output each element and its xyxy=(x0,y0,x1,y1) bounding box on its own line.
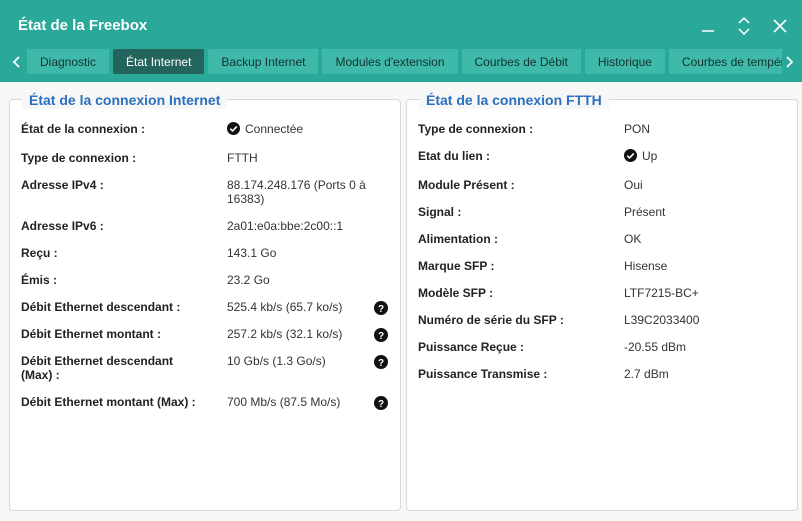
row-value: 2.7 dBm xyxy=(624,367,669,381)
tab-backup-internet[interactable]: Backup Internet xyxy=(208,49,319,74)
row-value: Oui xyxy=(624,178,643,192)
row-value: 143.1 Go xyxy=(227,246,277,260)
row-value: 525.4 kb/s (65.7 ko/s) xyxy=(227,300,343,314)
row-label: Module Présent : xyxy=(418,178,515,192)
help-icon[interactable]: ? xyxy=(374,301,388,315)
row-value: 700 Mb/s (87.5 Mo/s) xyxy=(227,395,341,409)
row-value: 10 Gb/s (1.3 Go/s) xyxy=(227,354,326,368)
help-icon[interactable]: ? xyxy=(374,328,388,342)
row-label: Marque SFP : xyxy=(418,259,495,273)
tab-historique[interactable]: Historique xyxy=(584,49,665,74)
row-label: Puissance Transmise : xyxy=(418,367,548,381)
tab-etat-internet[interactable]: État Internet xyxy=(113,49,205,74)
window-title: État de la Freebox xyxy=(18,17,148,34)
tab-bar: Diagnostic État Internet Backup Internet… xyxy=(0,49,802,74)
freebox-status-window: État de la Freebox Diagnostic État Inter… xyxy=(0,0,802,521)
window-controls xyxy=(692,12,796,40)
panel-title: État de la connexion Internet xyxy=(22,91,228,109)
row-value: Up xyxy=(624,149,774,163)
row-value: 88.174.248.176 (Ports 0 à 16383) xyxy=(227,178,366,206)
tabs-scroll-right-button[interactable] xyxy=(780,49,800,74)
minimize-button[interactable] xyxy=(692,12,724,40)
tab-courbes-debit[interactable]: Courbes de Débit xyxy=(461,49,581,74)
row-label: Reçu : xyxy=(21,246,58,260)
maximize-button[interactable] xyxy=(728,12,760,40)
row-label: État de la connexion : xyxy=(21,122,146,136)
row-value: L39C2033400 xyxy=(624,313,700,327)
tabs: Diagnostic État Internet Backup Internet… xyxy=(27,49,782,74)
row-label: Alimentation : xyxy=(418,232,498,246)
link-status: Up xyxy=(642,149,658,163)
svg-text:?: ? xyxy=(378,304,384,315)
row-label: Débit Ethernet montant : xyxy=(21,327,161,341)
panel-title: État de la connexion FTTH xyxy=(419,91,609,109)
row-value: -20.55 dBm xyxy=(624,340,687,354)
expand-icon xyxy=(738,17,750,35)
svg-text:?: ? xyxy=(378,399,384,410)
row-label: Puissance Reçue : xyxy=(418,340,525,354)
connection-status: Connectée xyxy=(245,122,304,136)
row-value: OK xyxy=(624,232,642,246)
row-value: Hisense xyxy=(624,259,668,273)
check-circle-icon xyxy=(624,149,637,162)
chevron-left-icon xyxy=(12,55,20,68)
row-value: LTF7215-BC+ xyxy=(624,286,699,300)
row-value: 23.2 Go xyxy=(227,273,270,287)
tabs-viewport: Diagnostic État Internet Backup Internet… xyxy=(27,49,782,74)
svg-text:?: ? xyxy=(378,331,384,342)
title-bar: État de la Freebox Diagnostic État Inter… xyxy=(0,0,802,82)
tab-modules-extension[interactable]: Modules d'extension xyxy=(322,49,458,74)
row-label: Modèle SFP : xyxy=(418,286,494,300)
close-button[interactable] xyxy=(764,12,796,40)
internet-connection-panel: État de la connexion Internet État de la… xyxy=(9,91,401,511)
row-label: Débit Ethernet montant (Max) : xyxy=(21,395,196,409)
tabs-scroll-left-button[interactable] xyxy=(6,49,26,74)
help-icon[interactable]: ? xyxy=(374,355,388,369)
row-label: Adresse IPv6 : xyxy=(21,219,104,233)
svg-text:?: ? xyxy=(378,358,384,369)
row-label: Débit Ethernet descendant : xyxy=(21,300,181,314)
row-label: Type de connexion : xyxy=(21,151,137,165)
row-label: Etat du lien : xyxy=(418,149,490,163)
row-value: 2a01:e0a:bbe:2c00::1 xyxy=(227,219,344,233)
ftth-connection-panel: État de la connexion FTTH Type de connex… xyxy=(406,91,798,511)
tab-courbes-temperature[interactable]: Courbes de tempér xyxy=(668,49,782,74)
row-value: PON xyxy=(624,122,651,136)
row-label: Débit Ethernet descendant (Max) : xyxy=(21,354,174,382)
row-label: Adresse IPv4 : xyxy=(21,178,104,192)
chevron-right-icon xyxy=(786,55,794,68)
close-icon xyxy=(773,19,787,33)
minimize-icon xyxy=(702,30,714,32)
row-label: Type de connexion : xyxy=(418,122,534,136)
check-circle-icon xyxy=(227,122,240,135)
tab-diagnostic[interactable]: Diagnostic xyxy=(27,49,110,74)
row-value: FTTH xyxy=(227,151,258,165)
row-value: Connectée xyxy=(227,122,377,136)
row-value: 257.2 kb/s (32.1 ko/s) xyxy=(227,327,343,341)
row-label: Émis : xyxy=(21,273,58,287)
row-value: Présent xyxy=(624,205,666,219)
content-area: État de la connexion Internet État de la… xyxy=(0,82,802,521)
help-icon[interactable]: ? xyxy=(374,396,388,410)
row-label: Numéro de série du SFP : xyxy=(418,313,564,327)
row-label: Signal : xyxy=(418,205,462,219)
